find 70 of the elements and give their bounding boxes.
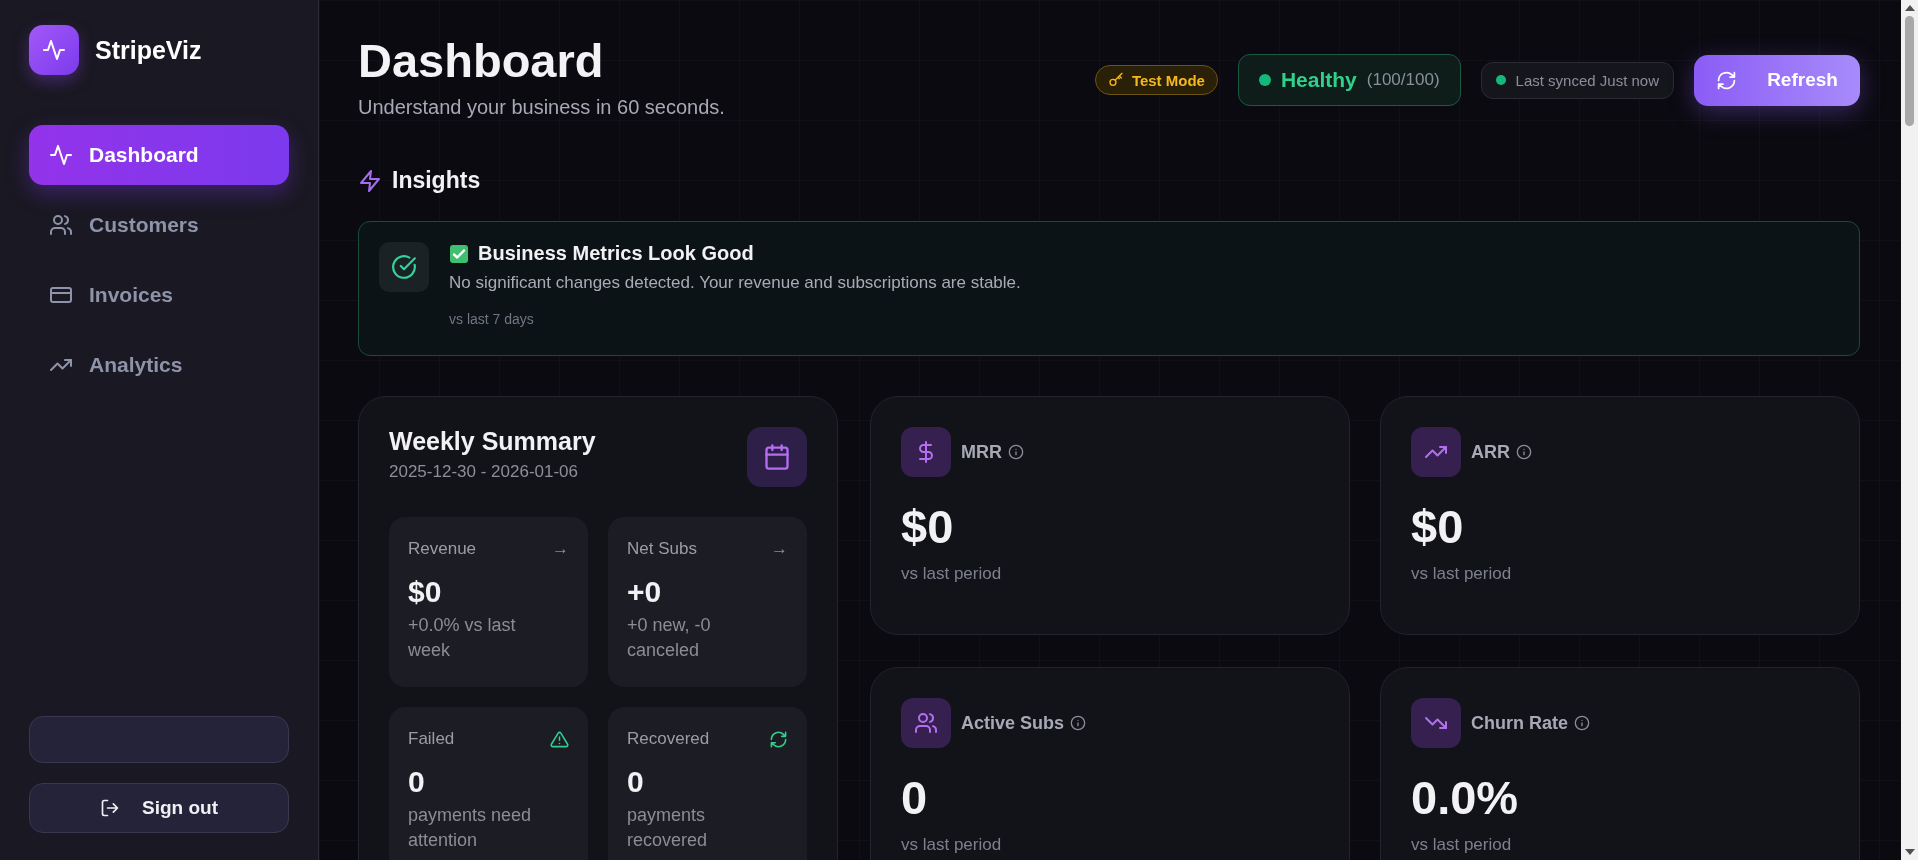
- trend-up-icon: [1411, 427, 1461, 477]
- metric-value: $0: [1411, 499, 1465, 554]
- info-icon: [1574, 715, 1590, 731]
- metric-value: 0: [901, 770, 929, 825]
- tile-label: Net Subs: [627, 539, 697, 559]
- info-icon: [1008, 444, 1024, 460]
- insight-title: Business Metrics Look Good: [478, 242, 754, 265]
- page-subtitle: Understand your business in 60 seconds.: [358, 96, 725, 119]
- tile-value: $0: [408, 575, 443, 609]
- warning-icon: [550, 729, 569, 749]
- refresh-icon: [1716, 69, 1738, 91]
- info-icon: [1070, 715, 1087, 731]
- section-title: Insights: [392, 167, 481, 194]
- calendar-icon: [747, 427, 807, 487]
- scrollbar-thumb[interactable]: [1905, 16, 1914, 126]
- metric-label: ARR: [1471, 441, 1510, 463]
- nav-item[interactable]: Dashboard: [29, 125, 289, 185]
- metric-value: 0.0%: [1411, 770, 1520, 825]
- users-icon: [901, 698, 951, 748]
- checkbox-icon: [449, 243, 469, 264]
- trend-arrow: →: [552, 539, 569, 559]
- metric-note: vs last period: [901, 564, 1003, 584]
- date-range: 2025-12-30 - 2026-01-06: [389, 462, 580, 482]
- sign-out-button[interactable]: Sign out: [29, 783, 289, 833]
- users-icon: [49, 213, 73, 237]
- trend-arrow: →: [771, 539, 788, 559]
- key-icon: [1107, 72, 1124, 88]
- refresh-button[interactable]: Refresh: [1694, 54, 1860, 106]
- page-title: Dashboard: [358, 34, 605, 88]
- insight-note: vs last 7 days: [449, 311, 535, 327]
- metric-value: $0: [901, 499, 955, 554]
- lightning-icon: [358, 168, 382, 193]
- health-status: Healthy: [1280, 68, 1357, 92]
- tile-note: payments recovered: [627, 804, 709, 852]
- test-mode-badge: Test Mode: [1094, 65, 1218, 95]
- dollar-icon: [901, 427, 951, 477]
- pulse-icon: [49, 143, 73, 167]
- info-icon: [1516, 444, 1532, 460]
- scroll-down-icon[interactable]: [1904, 849, 1915, 855]
- tile-label: Failed: [408, 729, 455, 749]
- metric-label: Churn Rate: [1471, 712, 1568, 734]
- metric-label: Active Subs: [961, 712, 1065, 734]
- tile-label: Revenue: [408, 539, 477, 559]
- insight-text: No significant changes detected. Your revenue and subscriptions are stable.: [449, 273, 1021, 293]
- nav-item[interactable]: Customers: [29, 195, 289, 255]
- card-title: Weekly Summary: [389, 427, 596, 456]
- refresh-icon: [769, 729, 788, 749]
- scrollbar[interactable]: [1901, 0, 1918, 860]
- logo-icon: [29, 25, 79, 75]
- metric-note: vs last period: [1411, 835, 1513, 855]
- app-name: StripeViz: [95, 35, 202, 65]
- sync-text: Last synced Just now: [1515, 71, 1659, 89]
- metric-note: vs last period: [901, 835, 1003, 855]
- status-dot: [1495, 75, 1506, 85]
- health-score: (100/100): [1366, 70, 1440, 90]
- metric-note: vs last period: [1411, 564, 1513, 584]
- scroll-up-icon[interactable]: [1904, 5, 1915, 11]
- nav-item[interactable]: Invoices: [29, 265, 289, 325]
- tile-note: +0 new, -0 canceled: [627, 614, 712, 662]
- metric-label: MRR: [961, 441, 1002, 463]
- tile-value: 0: [408, 765, 426, 799]
- trend-down-icon: [1411, 698, 1461, 748]
- nav-item[interactable]: Analytics: [29, 335, 289, 395]
- tile-value: 0: [627, 765, 645, 799]
- tile-note: payments need attention: [408, 804, 533, 852]
- tile-value: +0: [627, 575, 663, 609]
- sign-out-icon: [100, 798, 120, 818]
- status-dot: [1258, 74, 1271, 86]
- tile-label: Recovered: [627, 729, 710, 749]
- tile-note: +0.0% vs last week: [408, 614, 517, 662]
